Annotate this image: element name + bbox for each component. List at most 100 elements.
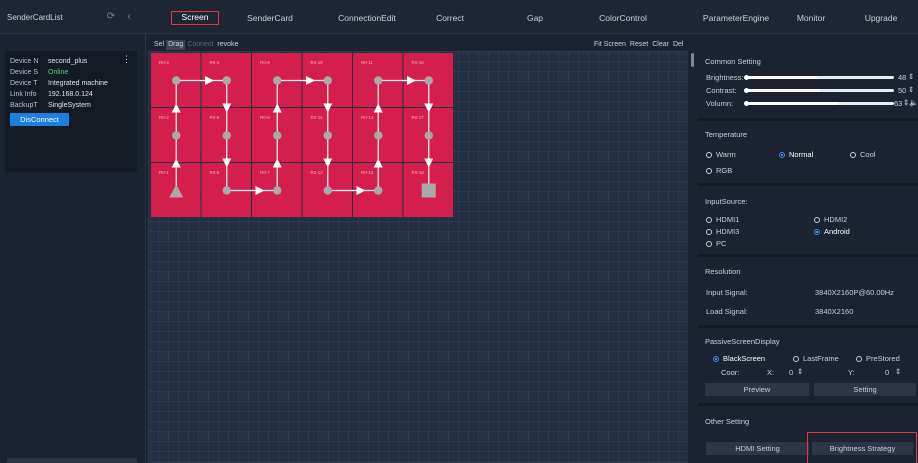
cell-label: R0-2 (159, 115, 169, 120)
temp-rgb-label: RGB (716, 166, 733, 175)
coor-x-spinner-icon[interactable]: ⇕ (797, 367, 803, 376)
highlight-box (807, 432, 917, 463)
collapse-icon[interactable]: ‹ (122, 10, 136, 24)
disconnect-button[interactable]: DisConnect (10, 113, 69, 126)
top-bar: SenderCardList ⟳ ‹ Screen SenderCard Con… (0, 0, 918, 34)
clear-button[interactable]: Clear (650, 40, 671, 50)
speaker-icon[interactable]: 🔈 (909, 98, 918, 107)
temp-warm-radio[interactable]: Warm (706, 150, 736, 159)
passive-lastframe-radio[interactable]: LastFrame (793, 354, 839, 363)
cell-label: R0-11 (361, 60, 373, 65)
input-android-radio[interactable]: Android (814, 227, 850, 236)
passive-screen-title: PassiveScreenDisplay (705, 337, 780, 346)
tab-connectionedit[interactable]: ConnectionEdit (332, 11, 402, 25)
sender-card-list-title: SenderCardList (7, 13, 63, 22)
passive-blackscreen-radio[interactable]: BlackScreen (713, 354, 765, 363)
cell-label: R0-9 (260, 60, 270, 65)
refresh-icon[interactable]: ⟳ (104, 10, 118, 24)
input-hdmi2-radio[interactable]: HDMI2 (814, 215, 847, 224)
node-dot (273, 76, 282, 85)
fit-screen-button[interactable]: Fit Screen (592, 40, 628, 50)
tab-sendercard[interactable]: SenderCard (245, 11, 295, 25)
node-dot (222, 76, 231, 85)
drag-button[interactable]: Drag (166, 40, 186, 50)
tab-colorcontrol[interactable]: ColorControl (597, 11, 649, 25)
link-info-value: 192.168.0.124 (48, 91, 93, 98)
sidebar-scrollbar[interactable] (7, 458, 137, 463)
brightness-slider[interactable] (744, 75, 894, 80)
temp-cool-radio[interactable]: Cool (850, 150, 875, 159)
cell-label: R0-14 (361, 115, 374, 120)
reset-button[interactable]: Reset (628, 40, 650, 50)
node-dot (374, 76, 383, 85)
link-info-row: Link Info 192.168.0.124 (10, 90, 93, 100)
input-hdmi1-radio[interactable]: HDMI1 (706, 215, 739, 224)
coor-y-spinner-icon[interactable]: ⇕ (895, 367, 901, 376)
temp-normal-label: Normal (789, 150, 814, 159)
volume-slider[interactable] (744, 101, 894, 106)
del-button[interactable]: Del (671, 40, 686, 50)
temp-normal-radio[interactable]: Normal (779, 150, 813, 159)
node-dot (172, 76, 181, 85)
tab-parameterengine[interactable]: ParameterEngine (700, 11, 772, 25)
coor-y-label: Y: (848, 368, 855, 377)
revoke-button[interactable]: revoke (215, 40, 240, 50)
brightness-value: 48 (898, 73, 907, 82)
cell-label: R0-4 (210, 60, 220, 65)
hdmi-setting-button[interactable]: HDMI Setting (706, 442, 809, 455)
resolution-title: Resolution (705, 267, 741, 276)
load-signal-label: Load Signal: (706, 307, 748, 316)
cell-label: R0-6 (210, 170, 220, 175)
other-setting-title: Other Setting (705, 417, 750, 426)
temp-rgb-radio[interactable]: RGB (706, 166, 732, 175)
contrast-value: 50 (898, 86, 907, 95)
cell-label: R0-16 (412, 60, 425, 65)
tab-monitor[interactable]: Monitor (791, 11, 831, 25)
preview-button[interactable]: Preview (705, 383, 809, 396)
input-hdmi3-radio[interactable]: HDMI3 (706, 227, 739, 236)
cell-label: R0-8 (260, 115, 270, 120)
cell-label: R0-12 (311, 170, 324, 175)
contrast-label: Contrast: (706, 86, 737, 95)
device-card[interactable]: ⋮ Device N second_plus Device S Online Dev… (5, 51, 137, 172)
tab-upgrade[interactable]: Upgrade (861, 11, 901, 25)
brightness-spinner-icon[interactable]: ⇕ (908, 72, 914, 81)
passive-lastframe-label: LastFrame (803, 354, 839, 363)
temp-cool-label: Cool (860, 150, 876, 159)
tab-screen[interactable]: Screen (171, 11, 219, 25)
backup-type-value: SingleSystem (48, 102, 91, 109)
more-icon[interactable]: ⋮ (122, 54, 131, 65)
receiver-card-grid[interactable]: R0-3 R0-4 R0-9 R0-10 R0-11 R0-16 R0-2 R0-5 R0-8 R… (151, 53, 454, 218)
input-android-label: Android (824, 227, 850, 236)
tab-correct[interactable]: Correct (432, 11, 468, 25)
sel-button[interactable]: Sel (152, 40, 166, 50)
coor-x-label: X: (767, 368, 775, 377)
coor-y-value[interactable]: 0 (885, 368, 889, 377)
input-hdmi2-label: HDMI2 (824, 215, 848, 224)
input-pc-radio[interactable]: PC (706, 239, 726, 248)
volume-value: 63 (894, 99, 903, 108)
passive-prestored-label: PreStored (866, 354, 900, 363)
setting-button[interactable]: Setting (814, 383, 916, 396)
canvas-scrollbar[interactable] (691, 53, 694, 67)
end-square-icon (421, 183, 436, 198)
coor-x-value[interactable]: 0 (789, 368, 793, 377)
contrast-spinner-icon[interactable]: ⇕ (908, 85, 914, 94)
passive-prestored-radio[interactable]: PreStored (856, 354, 900, 363)
load-signal-value: 3840X2160 (815, 307, 854, 316)
device-type-row: Device T Integrated machine (10, 79, 108, 89)
contrast-slider[interactable] (744, 88, 894, 93)
input-hdmi3-label: HDMI3 (716, 227, 740, 236)
divider (698, 183, 918, 186)
temperature-title: Temperature (705, 130, 748, 139)
brightness-label: Brightness: (706, 73, 744, 82)
node-dot (323, 131, 332, 140)
cell-label: R0-1 (159, 170, 169, 175)
connect-button[interactable]: Connect (185, 40, 215, 50)
input-hdmi1-label: HDMI1 (716, 215, 740, 224)
cell-label: R0-18 (412, 170, 425, 175)
temp-warm-label: Warm (716, 150, 736, 159)
node-dot (424, 76, 433, 85)
tab-gap[interactable]: Gap (522, 11, 548, 25)
divider (698, 118, 918, 121)
